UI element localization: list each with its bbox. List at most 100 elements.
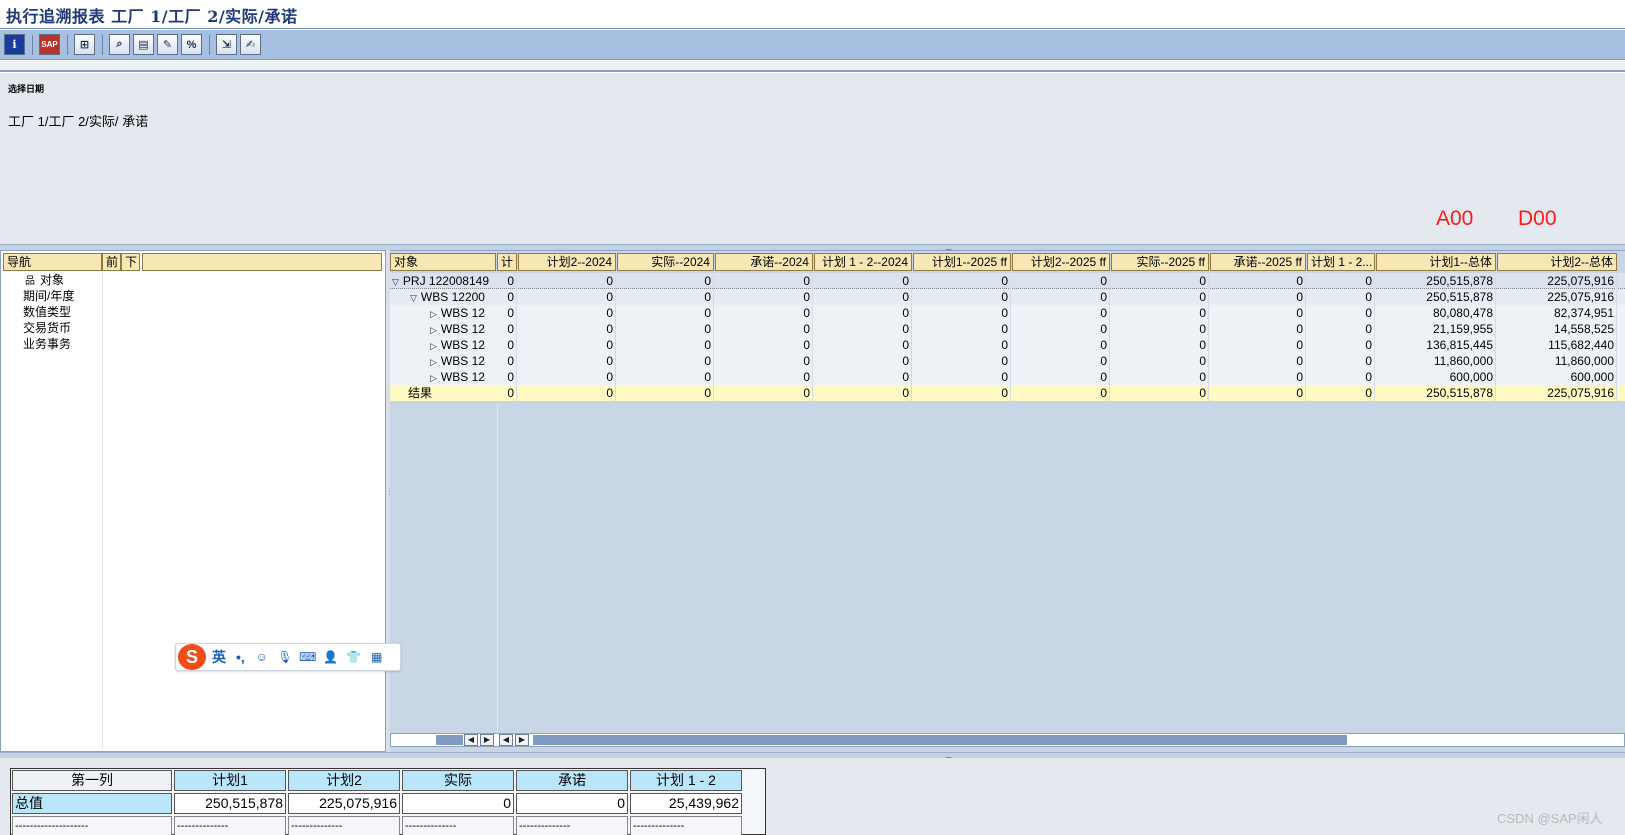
object-cell[interactable]: ▷ WBS 12 xyxy=(390,305,496,321)
edit-glyph: ✎ xyxy=(162,39,173,51)
object-cell[interactable]: ▽ WBS 12200 xyxy=(390,289,496,305)
grid-column-header[interactable]: 实际--2025 ff xyxy=(1111,253,1209,271)
object-cell[interactable]: ▷ WBS 12 xyxy=(390,337,496,353)
info-icon[interactable]: i xyxy=(4,34,25,55)
nav-item-object[interactable]: 品对象 xyxy=(23,273,64,289)
table-row[interactable]: ▷ WBS 12 0 0 0 0 0 0 0 0 0 0 136,815,445 115,682,440 xyxy=(390,337,1625,353)
grid-column-header[interactable]: 计划2--2024 xyxy=(518,253,616,271)
watermark: CSDN @SAP闲人 xyxy=(1497,811,1603,826)
sogou-logo-icon[interactable]: S xyxy=(178,644,206,670)
table-cell: 82,374,951 xyxy=(1497,305,1617,321)
user-icon[interactable]: 👤 xyxy=(323,650,338,664)
table-cell: 225,075,916 xyxy=(1497,289,1617,305)
summary-header-plan1: 计划1 xyxy=(174,770,286,791)
keyboard-icon[interactable]: ⌨ xyxy=(299,650,316,664)
table-cell: 0 xyxy=(1111,305,1209,321)
summary-header-diff: 计划 1 - 2 xyxy=(630,770,742,791)
grid-column-header[interactable]: 对象 xyxy=(390,253,496,271)
table-cell: 0 xyxy=(1210,321,1306,337)
result-row[interactable]: 结果 0 0 0 0 0 0 0 0 0 0 250,515,878 225,075,916 xyxy=(390,385,1625,401)
grid-column-header[interactable]: 计划 1 - 2--2024 xyxy=(814,253,912,271)
table-cell: 0 xyxy=(1012,385,1110,401)
expand-icon[interactable]: ▷ xyxy=(430,322,437,337)
table-cell: 0 xyxy=(715,289,813,305)
expand-icon[interactable]: ▷ xyxy=(430,306,437,321)
nav-item-transaction[interactable]: 业务事务 xyxy=(23,337,71,352)
skin-icon[interactable]: 👕 xyxy=(346,650,361,664)
ime-language-toggle[interactable]: 英 xyxy=(212,647,226,667)
table-cell: 0 xyxy=(617,289,714,305)
layout-icon[interactable]: ▤ xyxy=(133,34,154,55)
table-cell: 0 xyxy=(1307,337,1375,353)
table-row[interactable]: ▷ WBS 12 0 0 0 0 0 0 0 0 0 0 11,860,000 11,860,000 xyxy=(390,353,1625,369)
toolbar-separator xyxy=(67,34,68,55)
grid-column-header[interactable]: 承诺--2025 ff xyxy=(1210,253,1306,271)
table-cell: 0 xyxy=(518,289,616,305)
table-row[interactable]: ▽ WBS 12200 0 0 0 0 0 0 0 0 0 0 250,515,878 225,075,9… xyxy=(390,289,1625,305)
object-cell[interactable]: ▽ PRJ 122008149 xyxy=(390,273,496,289)
table-row[interactable]: ▷ WBS 12 0 0 0 0 0 0 0 0 0 0 80,080,478 82,374,951 xyxy=(390,305,1625,321)
grid-column-header[interactable]: 计 xyxy=(497,253,517,271)
table-row[interactable]: ▷ WBS 12 0 0 0 0 0 0 0 0 0 0 600,000 600,000 xyxy=(390,369,1625,385)
table-cell: 0 xyxy=(913,305,1011,321)
count-icon[interactable]: % xyxy=(181,34,202,55)
emoji-icon[interactable]: ☺ xyxy=(255,650,269,664)
nav-item-period[interactable]: 期间/年度 xyxy=(23,289,74,304)
scroll-right-icon[interactable]: ▶ xyxy=(480,734,494,746)
table-row[interactable]: ▽ PRJ 122008149 0 0 0 0 0 0 0 0 0 0 250,515,878 225,0… xyxy=(390,273,1625,289)
grid-column-header[interactable]: 计划1--总体 xyxy=(1376,253,1496,271)
table-cell: 0 xyxy=(497,289,517,305)
object-cell[interactable]: ▷ WBS 12 xyxy=(390,353,496,369)
table-cell: 0 xyxy=(1111,321,1209,337)
collapse-icon[interactable]: ▽ xyxy=(392,274,399,289)
summary-value-diff: 25,439,962 xyxy=(630,793,742,814)
grid-column-header[interactable]: 计划2--2025 ff xyxy=(1012,253,1110,271)
scroll-left-icon[interactable]: ◀ xyxy=(464,734,478,746)
table-cell: 0 xyxy=(1012,305,1110,321)
grid-column-header[interactable]: 实际--2024 xyxy=(617,253,714,271)
toolbar-separator xyxy=(209,34,210,55)
object-cell[interactable]: ▷ WBS 12 xyxy=(390,321,496,337)
scroll-first-icon[interactable]: ◀ xyxy=(499,734,513,746)
find-icon[interactable]: ⌕ xyxy=(109,34,130,55)
table-cell: 11,860,000 xyxy=(1376,353,1496,369)
note-icon[interactable]: ✍ xyxy=(240,34,261,55)
expand-icon[interactable]: ▷ xyxy=(430,338,437,353)
nav-item-value-type[interactable]: 数值类型 xyxy=(23,305,71,320)
hierarchy-icon: 品 xyxy=(25,276,35,287)
hierarchy-icon[interactable]: ⊞ xyxy=(74,34,95,55)
scroll-thumb-left[interactable] xyxy=(436,735,463,745)
scroll-thumb[interactable] xyxy=(533,735,1347,745)
scroll-last-icon[interactable]: ▶ xyxy=(515,734,529,746)
expand-icon[interactable]: ▷ xyxy=(430,370,437,385)
object-cell[interactable]: 结果 xyxy=(390,385,496,401)
table-cell: 0 xyxy=(617,273,714,289)
collapse-icon[interactable]: ▽ xyxy=(410,290,417,305)
object-cell[interactable]: ▷ WBS 12 xyxy=(390,369,496,385)
table-cell: 250,515,878 xyxy=(1376,289,1496,305)
scroll-track-left[interactable] xyxy=(393,735,436,745)
grid-column-header[interactable]: 计划2--总体 xyxy=(1497,253,1617,271)
grid-column-header[interactable]: 计划1--2025 ff xyxy=(913,253,1011,271)
summary-value-actual: 0 xyxy=(402,793,514,814)
export-icon[interactable]: ⇲ xyxy=(216,34,237,55)
horizontal-scrollbar[interactable]: ◀ ▶ ◀ ▶ xyxy=(390,733,1625,747)
apps-icon[interactable]: ▦ xyxy=(370,650,384,664)
table-cell: 14,558,525 xyxy=(1497,321,1617,337)
edit-icon[interactable]: ✎ xyxy=(157,34,178,55)
toolbar-separator xyxy=(32,34,33,55)
nav-col-navigation[interactable]: 导航 xyxy=(3,253,102,271)
table-cell: 0 xyxy=(1012,369,1110,385)
expand-icon[interactable]: ▷ xyxy=(430,354,437,369)
nav-col-next[interactable]: 下 xyxy=(121,253,140,271)
table-cell: 0 xyxy=(1307,369,1375,385)
ime-toolbar[interactable]: S 英 •, ☺ 🎙 ⌨ 👤 👕 ▦ xyxy=(175,643,401,671)
ime-punctuation-toggle[interactable]: •, xyxy=(236,649,245,665)
microphone-icon[interactable]: 🎙 xyxy=(277,650,292,664)
grid-column-header[interactable]: 承诺--2024 xyxy=(715,253,813,271)
nav-item-currency[interactable]: 交易货币 xyxy=(23,321,71,336)
report-icon[interactable]: SAP xyxy=(39,34,60,55)
nav-col-previous[interactable]: 前 xyxy=(102,253,121,271)
table-row[interactable]: ▷ WBS 12 0 0 0 0 0 0 0 0 0 0 21,159,955 14,558,525 xyxy=(390,321,1625,337)
grid-column-header[interactable]: 计划 1 - 2... xyxy=(1307,253,1375,271)
